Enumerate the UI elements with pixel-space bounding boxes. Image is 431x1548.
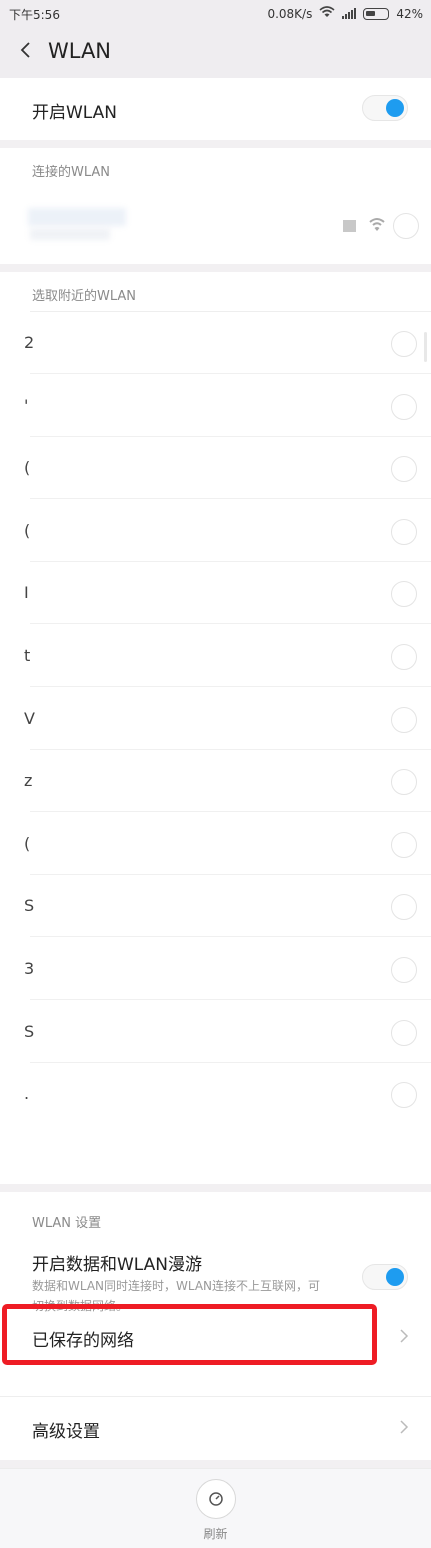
detail-icon[interactable]: [391, 894, 417, 921]
network-name: V: [24, 708, 35, 728]
network-row[interactable]: 3: [0, 938, 431, 1000]
network-row[interactable]: (: [0, 500, 431, 562]
refresh-label: 刷新: [203, 1527, 228, 1541]
refresh-icon: [207, 1490, 225, 1512]
network-row[interactable]: I: [0, 562, 431, 625]
network-row[interactable]: (: [0, 813, 431, 875]
lock-icon: [343, 220, 356, 232]
blurred-network-name: [28, 208, 126, 226]
highlight-box: [2, 1304, 377, 1365]
network-name: S: [24, 896, 35, 916]
bottom-bar: 刷新: [0, 1468, 431, 1548]
nearby-section-label: 选取附近的WLAN: [32, 289, 137, 304]
network-name: S: [24, 1021, 35, 1041]
network-row[interactable]: (: [0, 437, 431, 500]
network-name: ': [24, 395, 29, 415]
wlan-toggle-row[interactable]: 开启WLAN: [0, 78, 431, 140]
network-row[interactable]: z: [0, 750, 431, 813]
advanced-settings-label: 高级设置: [32, 1422, 100, 1442]
network-name: .: [24, 1084, 30, 1104]
detail-icon[interactable]: [391, 957, 417, 983]
network-row[interactable]: .: [0, 1063, 431, 1125]
status-right: 0.08K/s 42%: [267, 6, 423, 21]
settings-section-label: WLAN 设置: [32, 1216, 102, 1231]
detail-icon[interactable]: [391, 644, 417, 670]
network-speed: 0.08K/s: [267, 6, 313, 21]
scrollbar[interactable]: [424, 332, 427, 362]
detail-icon[interactable]: [391, 393, 417, 420]
wifi-icon: [319, 6, 335, 21]
nearby-section: 选取附近的WLAN 2 ' ( ( It Vz ( S 3 S.: [0, 272, 431, 1184]
signal-icon: [342, 8, 357, 19]
roaming-switch-knob: [386, 1268, 404, 1286]
wlan-toggle-label: 开启WLAN: [32, 103, 118, 123]
detail-icon[interactable]: [391, 331, 417, 357]
back-arrow-icon[interactable]: [14, 37, 42, 65]
wifi-signal-icon: [369, 216, 385, 236]
network-name: (: [24, 520, 31, 540]
network-name: (: [24, 833, 31, 853]
status-time: 下午5:56: [9, 8, 60, 22]
roaming-switch[interactable]: [362, 1264, 408, 1290]
battery-level: 42%: [396, 6, 423, 21]
connected-section: 连接的WLAN: [0, 148, 431, 264]
detail-icon[interactable]: [391, 831, 417, 858]
blurred-network-status: [30, 228, 110, 240]
network-row[interactable]: S: [0, 1001, 431, 1063]
advanced-settings-row[interactable]: 高级设置: [0, 1397, 431, 1460]
connected-network-row[interactable]: [0, 200, 431, 246]
network-name: (: [24, 458, 31, 478]
chevron-right-icon: [398, 1328, 410, 1344]
detail-icon[interactable]: [391, 518, 417, 545]
network-name: 2: [24, 333, 35, 352]
detail-icon[interactable]: [391, 769, 417, 796]
status-bar: 下午5:56 0.08K/s 42%: [0, 0, 431, 28]
wlan-switch-knob: [386, 99, 404, 117]
title-bar: WLAN: [0, 28, 431, 78]
detail-icon[interactable]: [391, 581, 417, 608]
detail-icon[interactable]: [393, 213, 419, 239]
network-name: I: [24, 583, 29, 603]
battery-icon: [363, 7, 390, 20]
network-row[interactable]: V: [0, 688, 431, 750]
network-row[interactable]: 2: [0, 312, 431, 374]
wlan-switch[interactable]: [362, 95, 408, 121]
detail-icon[interactable]: [391, 706, 417, 733]
network-name: t: [24, 646, 31, 665]
network-name: z: [24, 771, 33, 791]
network-row[interactable]: t: [0, 625, 431, 687]
refresh-button[interactable]: [196, 1479, 236, 1519]
network-row[interactable]: ': [0, 375, 431, 437]
network-name: 3: [24, 959, 35, 978]
network-row[interactable]: S: [0, 875, 431, 938]
roaming-title: 开启数据和WLAN漫游: [32, 1255, 203, 1275]
detail-icon[interactable]: [391, 1082, 417, 1109]
chevron-right-icon: [398, 1419, 410, 1435]
detail-icon[interactable]: [391, 1019, 417, 1046]
page-title: WLAN: [48, 39, 112, 63]
connected-section-label: 连接的WLAN: [32, 165, 111, 180]
detail-icon[interactable]: [391, 456, 417, 483]
